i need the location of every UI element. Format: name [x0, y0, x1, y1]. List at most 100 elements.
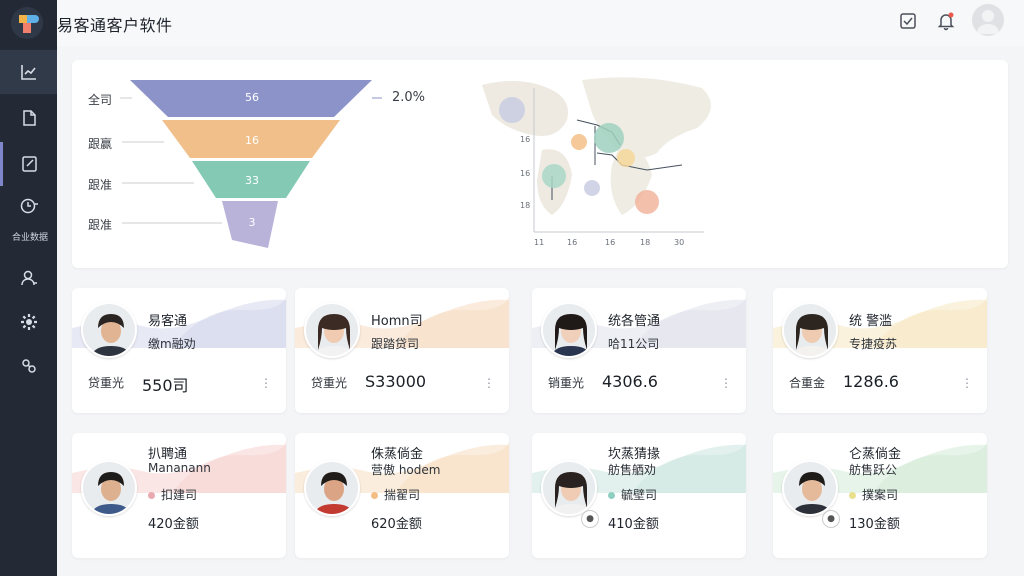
x-tick: 18	[640, 238, 650, 247]
contact-photo	[304, 302, 360, 358]
funnel-label-2: 跟赢	[88, 137, 113, 151]
more-options-icon[interactable]: ⋮	[961, 376, 973, 390]
deal-subtitle: 舫售跃公	[849, 463, 898, 477]
contact-card[interactable]: 统各管通哈11公司销重光 4306.6 ⋮	[532, 288, 746, 413]
deal-subtitle: 舫售舾劝	[608, 463, 657, 477]
top-header: 易客通客户软件	[57, 0, 1024, 46]
nav-stats[interactable]	[0, 188, 57, 224]
map-bubble	[617, 149, 635, 167]
conversion-rate: 2.0%	[392, 90, 426, 105]
x-tick: 16	[605, 238, 615, 247]
clock-icon	[20, 198, 38, 214]
status-dot-icon	[849, 492, 856, 499]
metric-value: S33000	[365, 372, 427, 391]
nav-edit[interactable]	[0, 142, 57, 186]
funnel-value-3: 33	[245, 174, 259, 187]
nav-integrations[interactable]	[0, 344, 57, 388]
map-bubble	[571, 134, 587, 150]
contact-company: 跟踏贷司	[371, 337, 420, 351]
deal-amount: 130金额	[849, 517, 900, 532]
more-options-icon[interactable]: ⋮	[260, 376, 272, 390]
contact-name: 统各管通	[608, 314, 661, 329]
nav-settings[interactable]	[0, 300, 57, 344]
sidebar: 合业数据	[0, 0, 57, 576]
link-icon	[21, 359, 36, 373]
chart-icon	[20, 65, 36, 80]
contact-photo	[304, 460, 360, 516]
status-dot-icon	[148, 492, 155, 499]
nav-stats-label[interactable]: 合业数据	[4, 230, 56, 243]
deal-amount: 410金额	[608, 517, 659, 532]
overview-panel: 全司 跟赢 跟准 跟准 56 16 33 3 2.0% 16 16 18 11 …	[72, 60, 1008, 268]
nav-dashboard[interactable]	[0, 50, 57, 94]
map-bubble	[635, 190, 659, 214]
contact-card[interactable]: 统 警滥专捷疫苏合重金 1286.6 ⋮	[773, 288, 987, 413]
contact-photo	[81, 302, 137, 358]
x-tick: 11	[534, 238, 544, 247]
nav-users[interactable]	[0, 256, 57, 300]
deal-title: 坎蒸猜掾	[608, 447, 661, 462]
deal-subtitle: Mananann	[148, 461, 211, 475]
contact-photo	[541, 302, 597, 358]
contact-company: 哈11公司	[608, 337, 660, 351]
deal-subtitle: 营傲 hodem	[371, 463, 441, 477]
more-options-icon[interactable]: ⋮	[720, 376, 732, 390]
app-title: 易客通客户软件	[57, 16, 173, 35]
deal-amount: 620金额	[371, 517, 422, 532]
contact-name: 统 警滥	[849, 314, 893, 329]
deal-card[interactable]: ● 坎蒸猜掾 舫售舾劝毓壁司 410金额	[532, 433, 746, 558]
contact-name: 易客通	[148, 314, 188, 329]
contact-photo	[782, 460, 838, 516]
deal-card[interactable]: 扒聘通 Mananann 扣建司 420金额	[72, 433, 286, 558]
nav-documents[interactable]	[0, 96, 57, 140]
deal-title: 扒聘通	[148, 447, 188, 462]
gear-icon	[20, 314, 37, 330]
funnel-label-1: 全司	[88, 93, 113, 107]
status-icon: ●	[582, 511, 598, 527]
metric-value: 550司	[142, 376, 189, 395]
contact-photo	[541, 460, 597, 516]
contact-photo	[782, 302, 838, 358]
contact-card[interactable]: Homn司跟踏贷司贷重光 S33000 ⋮	[295, 288, 509, 413]
checklist-icon[interactable]	[898, 11, 918, 31]
deal-amount: 420金额	[148, 517, 199, 532]
map-bubble	[594, 123, 624, 153]
metric-label: 贷重光	[311, 376, 348, 390]
funnel-label-3: 跟准	[88, 178, 113, 192]
contact-card[interactable]: 易客通 缴m融劝 贷重光 550司 ⋮	[72, 288, 286, 413]
contact-photo	[81, 460, 137, 516]
user-avatar[interactable]	[972, 4, 1004, 36]
world-map-chart: 16 16 18 11 16 16 18 30	[482, 77, 711, 247]
deal-tag: 揣翟司	[371, 486, 420, 503]
metric-label: 贷重光	[88, 376, 125, 390]
metric-value: 4306.6	[602, 372, 658, 391]
contact-name: Homn司	[371, 314, 423, 329]
document-icon	[22, 110, 36, 126]
funnel-value-4: 3	[248, 216, 256, 229]
status-dot-icon	[371, 492, 378, 499]
deal-tag: 毓壁司	[608, 486, 657, 503]
deal-tag: 扣建司	[148, 486, 197, 503]
app-logo-icon[interactable]	[10, 6, 44, 40]
more-options-icon[interactable]: ⋮	[483, 376, 495, 390]
metric-value: 1286.6	[843, 372, 899, 391]
x-tick: 30	[674, 238, 684, 247]
bell-icon[interactable]	[936, 11, 956, 31]
map-bubble	[584, 180, 600, 196]
deal-title: 仑蒸倘金	[849, 447, 902, 462]
metric-label: 销重光	[548, 376, 585, 390]
metric-label: 合重金	[789, 376, 826, 390]
map-bubble	[542, 164, 566, 188]
contact-company: 专捷疫苏	[849, 337, 898, 351]
funnel-value-2: 16	[245, 134, 259, 147]
y-tick: 16	[520, 135, 530, 144]
user-icon	[20, 270, 37, 286]
funnel-value-1: 56	[245, 91, 259, 104]
deal-card[interactable]: ● 仑蒸倘金 舫售跃公 撲案司 130金额	[773, 433, 987, 558]
deal-card[interactable]: 侏蒸倘金 营傲 hodem 揣翟司 620金额	[295, 433, 509, 558]
funnel-label-4: 跟准	[88, 218, 113, 232]
edit-icon	[22, 156, 37, 172]
deal-title: 侏蒸倘金	[371, 447, 424, 462]
status-dot-icon	[608, 492, 615, 499]
y-tick: 16	[520, 169, 530, 178]
